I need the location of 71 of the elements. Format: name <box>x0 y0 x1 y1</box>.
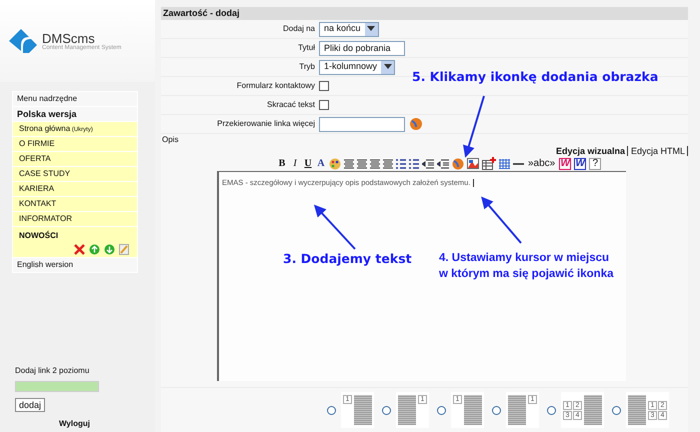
align-icon[interactable] <box>370 158 380 168</box>
annotation-text: 5. Klikamy ikonkę dodania obrazka <box>412 68 658 86</box>
link-name-field[interactable] <box>15 381 99 392</box>
help-button[interactable]: ? <box>589 158 602 170</box>
paste-word-button[interactable]: W <box>559 158 572 170</box>
paste-word-button[interactable]: W <box>574 158 586 170</box>
field-label: Tryb <box>298 61 316 73</box>
editor-tab[interactable]: Edycja HTML <box>628 146 688 156</box>
align-icon[interactable] <box>344 158 354 168</box>
palette-icon[interactable] <box>329 158 341 170</box>
image-icon[interactable] <box>467 158 479 169</box>
language-link[interactable]: English wersion <box>13 258 137 272</box>
logo-icon <box>9 29 39 53</box>
spellcheck-button[interactable]: »abc» <box>527 158 556 170</box>
menu-item[interactable]: INFORMATOR <box>13 212 137 226</box>
table-add-icon[interactable] <box>482 157 496 170</box>
radio-button[interactable] <box>612 406 621 414</box>
menu-item[interactable]: KONTAKT <box>13 197 137 211</box>
italic-button[interactable]: I <box>290 158 300 170</box>
align-icon[interactable] <box>357 158 367 168</box>
globe-icon[interactable] <box>452 158 464 170</box>
menu-item[interactable]: KARIERA <box>13 182 137 196</box>
radio-button[interactable] <box>437 406 446 414</box>
logout-link[interactable]: Wyloguj <box>59 418 155 430</box>
bold-button[interactable]: B <box>277 158 287 170</box>
indent-icon[interactable] <box>422 158 434 168</box>
select-field[interactable]: 1-kolumnowy <box>319 60 396 74</box>
underline-button[interactable]: U <box>303 158 313 170</box>
editor-tab[interactable]: Edycja wizualna <box>554 146 628 156</box>
logo-name: DMScms <box>42 32 95 44</box>
move-up-icon[interactable] <box>89 244 100 255</box>
add-link-label: Dodaj link 2 poziomu <box>15 365 90 377</box>
panel-header: Zawartość - dodaj <box>161 7 688 20</box>
annotation-text: w którym ma się pojawić ikonka <box>439 267 614 282</box>
annotation-text: 4. Ustawiamy kursor w miejscu <box>439 251 610 266</box>
globe-icon[interactable] <box>409 117 423 131</box>
arrow <box>463 96 485 158</box>
annotation-text: 3. Dodajemy tekst <box>283 250 412 268</box>
field-label: Przekierowanie linka więcej <box>216 118 316 130</box>
select-field[interactable]: na końcu <box>319 22 379 36</box>
arrow <box>481 196 522 244</box>
description-label: Opis <box>161 134 180 146</box>
text-cursor <box>473 178 474 187</box>
radio-button[interactable] <box>382 406 391 414</box>
menu-item[interactable]: OFERTA <box>13 152 137 166</box>
section-title: Polska wersja <box>13 107 137 121</box>
align-icon[interactable] <box>383 158 393 168</box>
add-button[interactable]: dodaj <box>15 398 46 412</box>
field-label: Formularz kontaktowy <box>236 80 316 92</box>
list-icon[interactable] <box>396 158 406 168</box>
radio-button[interactable] <box>327 406 336 414</box>
menu-item[interactable]: NOWOŚCI <box>13 227 137 257</box>
field-label: Dodaj na <box>282 23 316 35</box>
grid-icon[interactable] <box>499 158 510 168</box>
menu-item[interactable]: CASE STUDY <box>13 167 137 181</box>
checkbox[interactable] <box>319 81 329 91</box>
menu-item[interactable]: O FIRMIE <box>13 137 137 151</box>
indent-icon[interactable] <box>437 158 449 168</box>
radio-button[interactable] <box>547 406 556 414</box>
parent-menu-link[interactable]: Menu nadrzędne <box>13 92 137 106</box>
font-color-button[interactable]: A <box>316 158 326 170</box>
list-icon[interactable] <box>409 158 419 168</box>
checkbox[interactable] <box>319 100 329 110</box>
radio-button[interactable] <box>492 406 501 414</box>
field-label: Skracać tekst <box>266 99 316 111</box>
move-down-icon[interactable] <box>104 244 115 255</box>
arrow <box>314 204 356 250</box>
field-label: Tytuł <box>297 42 316 54</box>
text-field[interactable]: Pliki do pobrania <box>319 40 405 56</box>
delete-icon[interactable] <box>74 244 85 255</box>
link-field[interactable] <box>319 116 405 132</box>
